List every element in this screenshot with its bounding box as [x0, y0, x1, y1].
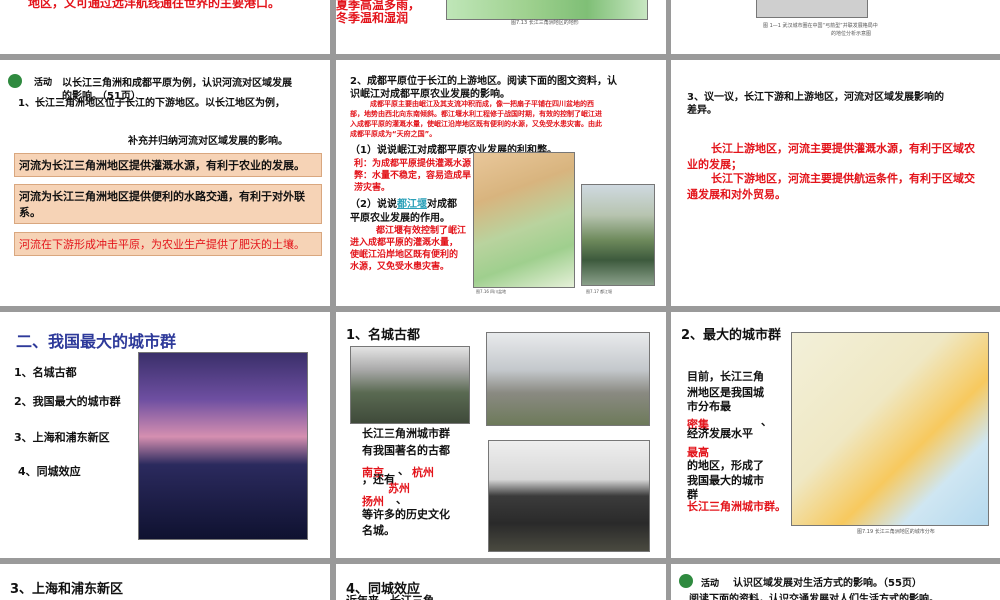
q-line-2: 识岷江对成都平原农业发展的影响。 — [350, 89, 510, 100]
text-line-4: 名城。 — [362, 524, 395, 537]
ancient-city-photo — [486, 332, 650, 426]
map-caption: 图7.16 四川盆地 — [476, 289, 507, 294]
discussion-line-1: 3、议一议，长江下游和上游地区，河流对区域发展影响的 — [687, 92, 944, 103]
outline-item-4: 4、同城效应 — [18, 465, 81, 478]
outline-item-2: 2、我国最大的城市群 — [14, 395, 121, 408]
slide-1[interactable]: 地区，又可通过远洋航线通往世界的主要港口。 — [0, 0, 330, 54]
text-line-3: 等许多的历史文化 — [362, 508, 450, 521]
answer-line-4: 通发展和对外贸易。 — [687, 188, 786, 201]
activity-label: 活动 — [34, 78, 53, 88]
sub-question-2: （2）说说都江堰对成都 — [350, 199, 457, 210]
activity-icon — [8, 74, 22, 88]
garden-photo — [350, 346, 470, 424]
slide-subtext: 近年来，长江三角 — [346, 592, 434, 600]
terrain-map — [446, 0, 648, 20]
question-line-1: 1、长江三角洲地区位于长江的下游地区。以长江地区为例， — [18, 98, 285, 109]
wuhan-caption-1: 图 1—1 武汉城市圈在中国“弓箭型”并联发展格局中 — [763, 23, 878, 29]
outline-item-3: 3、上海和浦东新区 — [14, 431, 110, 444]
text-line-2: 有我国著名的古都 — [362, 444, 450, 457]
para-line-1: 成都平原主要由岷江及其支流冲积而成，像一把扇子平铺在四川盆地的西 — [370, 100, 594, 108]
slide-text: 地区，又可通过远洋航线通往世界的主要港口。 — [28, 0, 281, 10]
slide-12[interactable]: 活动 认识区域发展对生活方式的影响。（55页） 阅读下面的资料，认识交通发展对人… — [671, 564, 1000, 600]
text-sep-2: 、 — [396, 493, 407, 506]
climate-text-2: 冬季温和湿润 — [336, 11, 409, 25]
activity-line-1: 认识区域发展对生活方式的影响。（55页） — [733, 578, 922, 589]
slide-2[interactable]: 夏季高温多雨， 冬季温和湿润 图7.13 长江三角洲地区的地形 — [336, 0, 666, 54]
slide-7[interactable]: 二、我国最大的城市群 1、名城古都 2、我国最大的城市群 3、上海和浦东新区 4… — [0, 312, 330, 558]
activity-icon — [679, 574, 693, 588]
text-sep-1: 、 — [398, 464, 409, 477]
answer-box-3: 河流在下游形成冲击平原，为农业生产提供了肥沃的土壤。 — [14, 232, 322, 256]
terrain-map-caption: 图7.13 长江三角洲地区的地形 — [511, 20, 579, 26]
sub-question-2b: 平原农业发展的作用。 — [350, 213, 450, 224]
discussion-line-2: 差异。 — [687, 105, 717, 116]
slide-title: 1、名城古都 — [346, 328, 421, 343]
para-line-2: 部，地势由西北向东南倾斜。都江堰水利工程修于战国时期，有效的控制了岷江进 — [350, 110, 602, 118]
slide-10[interactable]: 3、上海和浦东新区 — [0, 564, 330, 600]
text-line-6: 我国最大的城市 — [687, 474, 764, 487]
text-line-3: 市分布最 — [687, 400, 731, 413]
text-line-4: 经济发展水平 — [687, 427, 753, 440]
activity-line-2: 阅读下面的资料，认识交通发展对人们生活方式的影响。 — [689, 594, 939, 600]
question-line-2: 补充并归纳河流对区域发展的影响。 — [128, 136, 288, 147]
slide-4[interactable]: 活动 以长江三角洲和成都平原为例，认识河流对区域发展 的影响。（51页） 1、长… — [0, 60, 330, 306]
wuhan-caption-2: 的地位分析示意图 — [831, 31, 872, 37]
map-caption: 图7.19 长江三角洲地区的城市分布 — [857, 529, 935, 535]
city-gate-photo — [488, 440, 650, 552]
slide-3[interactable]: 图 1—1 武汉城市圈在中国“弓箭型”并联发展格局中 的地位分析示意图 — [671, 0, 1000, 54]
para-line-3: 入成都平原的灌溉水量，使岷江沿岸地区既有便利的水源，又免受水患灾害。由此 — [350, 120, 602, 128]
answer-group: 长江三角洲城市群。 — [687, 500, 786, 513]
answer-line-1: 长江上游地区，河流主要提供灌溉水源，有利于区域农 — [711, 142, 975, 155]
slide-6[interactable]: 3、议一议，长江下游和上游地区，河流对区域发展影响的 差异。 长江上游地区，河流… — [671, 60, 1000, 306]
wuhan-map — [756, 0, 868, 18]
photo-caption: 图7.17 都江堰 — [586, 289, 613, 294]
slide-9[interactable]: 2、最大的城市群 目前，长江三角 洲地区是我国城 市分布最 密集 、 经济发展水… — [671, 312, 1000, 558]
answer-line-3: 长江下游地区，河流主要提供航运条件，有利于区域交 — [711, 172, 975, 185]
slide-11[interactable]: 4、同城效应 近年来，长江三角 — [336, 564, 666, 600]
answer-2-line-4: 水源，又免受水患灾害。 — [350, 262, 450, 272]
shanghai-night-photo — [138, 352, 308, 540]
outline-item-1: 1、名城古都 — [14, 366, 77, 379]
text-line-1: 长江三角洲城市群 — [362, 427, 450, 440]
text-line-1: 目前，长江三角 — [687, 370, 764, 383]
para-line-4: 成都平原成为“天府之国”。 — [350, 130, 437, 138]
text-sep: 、 — [761, 415, 772, 428]
answer-1-line-3: 涝灾害。 — [354, 183, 391, 193]
slide-title: 2、最大的城市群 — [681, 328, 782, 343]
dujiangyan-photo — [581, 184, 655, 286]
section-title: 二、我国最大的城市群 — [16, 332, 177, 351]
slide-title: 3、上海和浦东新区 — [10, 582, 124, 597]
answer-box-1: 河流为长江三角洲地区提供灌溉水源，有利于农业的发展。 — [14, 153, 322, 177]
text-line-5: 的地区，形成了 — [687, 459, 764, 472]
slide-8[interactable]: 1、名城古都 长江三角洲城市群 有我国著名的古都 南京 、 杭州 ，还有 苏州 … — [336, 312, 666, 558]
answer-box-2: 河流为长江三角洲地区提供便利的水路交通，有利于对外联系。 — [14, 184, 322, 224]
city-distribution-map — [791, 332, 989, 526]
sichuan-basin-map — [473, 152, 575, 288]
answer-hangzhou: 杭州 — [412, 466, 434, 479]
activity-label: 活动 — [701, 579, 720, 589]
slide-5[interactable]: 2、成都平原位于长江的上游地区。阅读下面的图文资料，认 识岷江对成都平原农业发展… — [336, 60, 666, 306]
